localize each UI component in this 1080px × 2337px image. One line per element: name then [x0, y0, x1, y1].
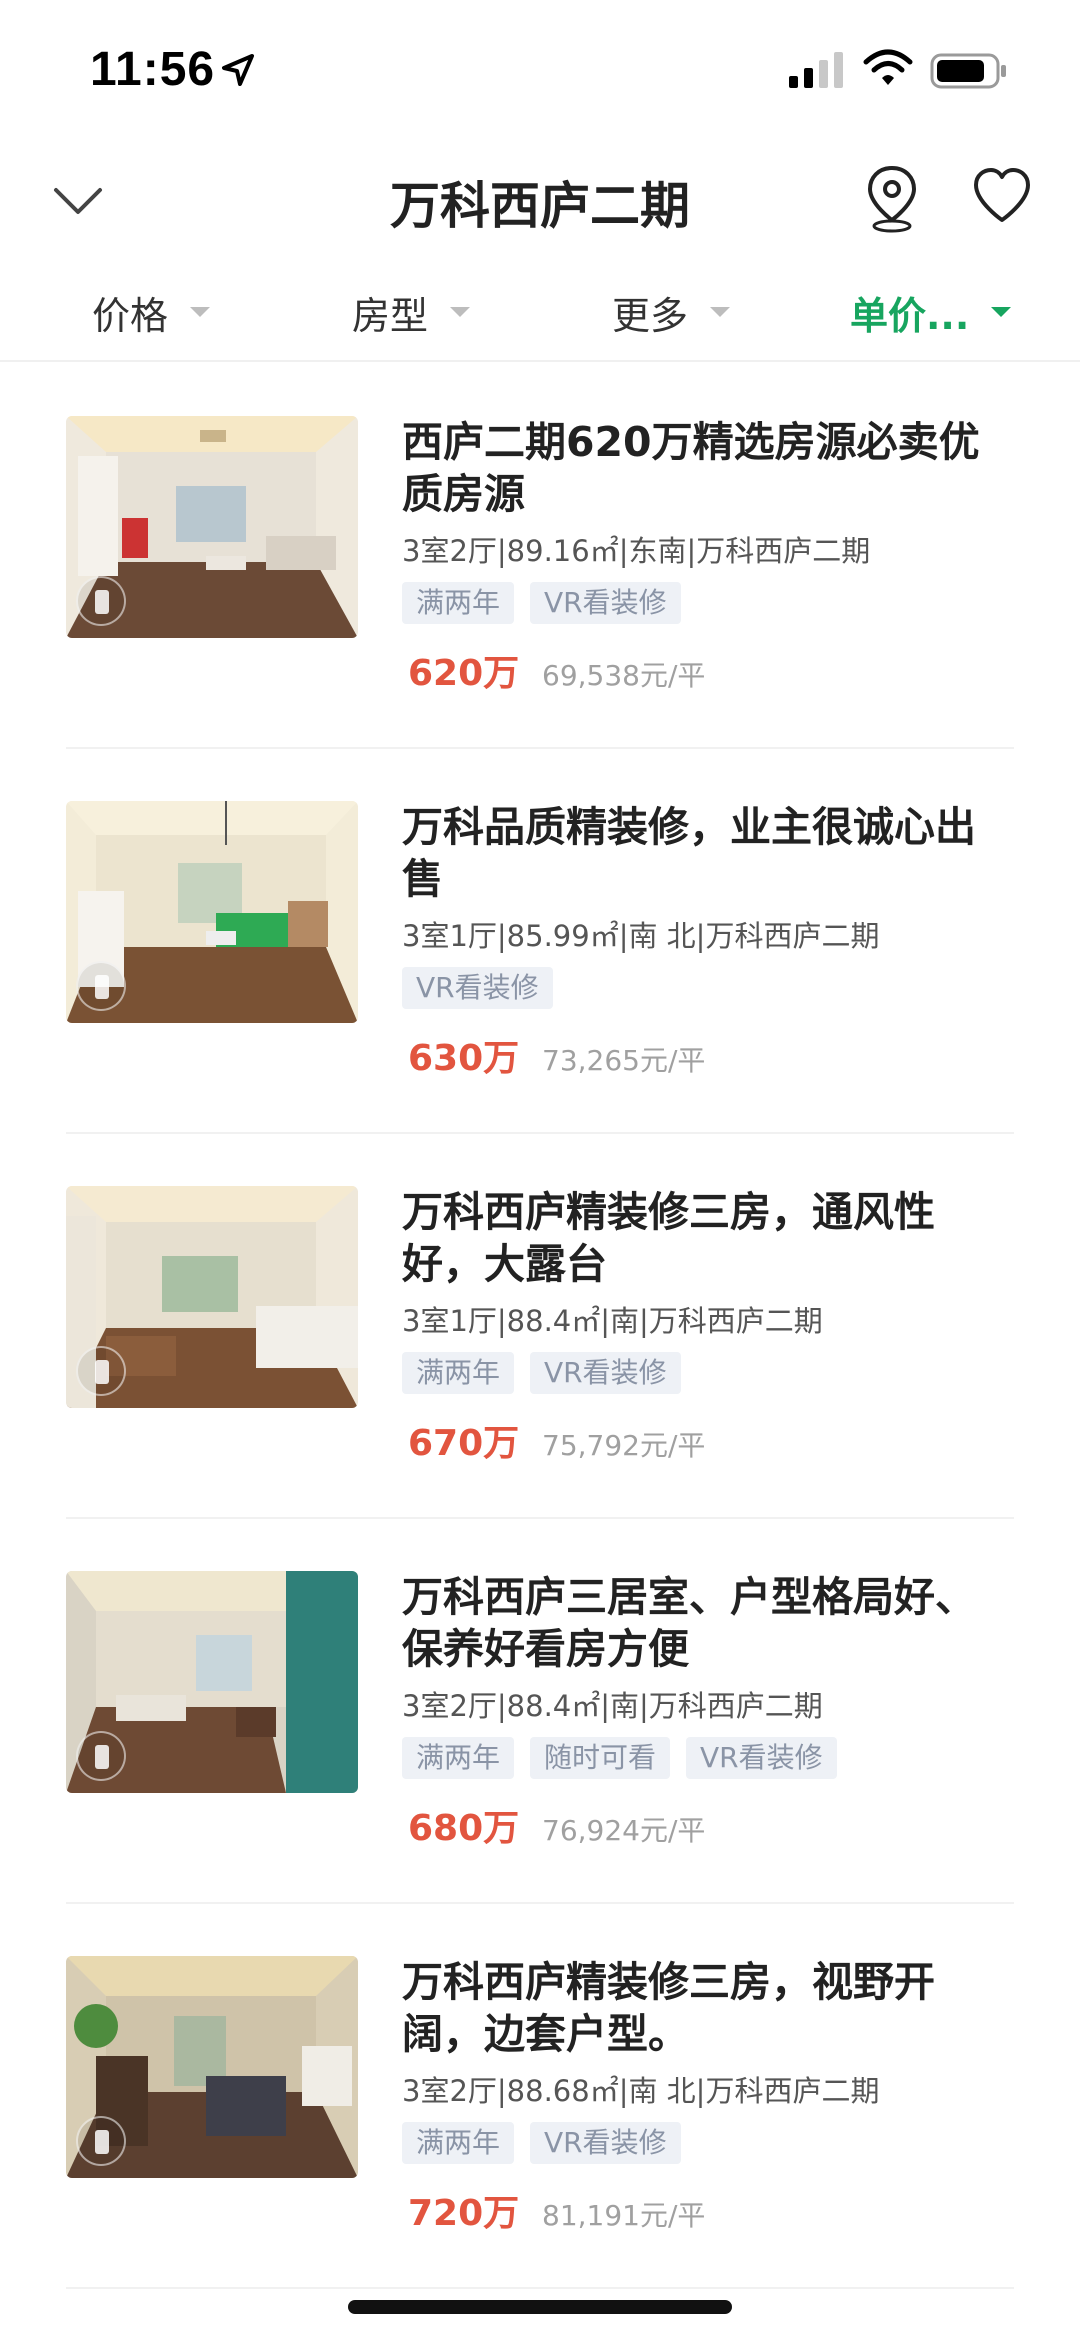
- tag: VR看装修: [402, 967, 553, 1009]
- listing-title: 西庐二期620万精选房源必卖优质房源: [402, 418, 980, 518]
- listing-title: 万科品质精装修，业主很诚心出售: [402, 803, 976, 903]
- listing-price: 670万: [408, 1423, 520, 1464]
- tag: 满两年: [402, 1352, 515, 1394]
- vr-icon: [76, 1731, 126, 1781]
- filter-price[interactable]: 价格: [92, 282, 211, 342]
- filter-bar: 价格 房型 更多 单价...: [0, 270, 1080, 362]
- listing-unit-price: 75,792元/平: [542, 1429, 706, 1462]
- listing-tags: VR看装修: [402, 967, 553, 1009]
- listing-tags: 满两年 VR看装修: [402, 2122, 681, 2164]
- home-indicator[interactable]: [348, 2300, 732, 2314]
- listing-price: 620万: [408, 653, 520, 694]
- vr-icon: [76, 2116, 126, 2166]
- caret-down-icon: [710, 307, 731, 317]
- filter-more[interactable]: 更多: [612, 282, 731, 342]
- listing-price: 720万: [408, 2193, 520, 2234]
- vr-icon: [76, 961, 126, 1011]
- listing-photo: [66, 416, 358, 638]
- listing-photo: [66, 1571, 358, 1793]
- listing-title: 万科西庐精装修三房，视野开阔，边套户型。: [402, 1958, 935, 2058]
- vr-icon: [76, 576, 126, 626]
- listing-tags: 满两年 随时可看 VR看装修: [402, 1737, 837, 1779]
- nav-bar: 万科西庐二期: [0, 140, 1080, 260]
- tag: VR看装修: [686, 1737, 837, 1779]
- listing-meta: 3室2厅|88.68㎡|南 北|万科西庐二期: [402, 2074, 880, 2108]
- tag: VR看装修: [530, 582, 681, 624]
- listing-card[interactable]: 万科西庐三居室、户型格局好、保养好看房方便 3室2厅|88.4㎡|南|万科西庐二…: [66, 1519, 1014, 1904]
- listing-title: 万科西庐精装修三房，通风性好，大露台: [402, 1188, 935, 1288]
- listing-meta: 3室1厅|88.4㎡|南|万科西庐二期: [402, 1304, 823, 1338]
- listing-unit-price: 76,924元/平: [542, 1814, 706, 1847]
- listing-price: 680万: [408, 1808, 520, 1849]
- listing-unit-price: 69,538元/平: [542, 659, 706, 692]
- filter-layout[interactable]: 房型: [352, 282, 471, 342]
- battery-icon: [930, 53, 1006, 89]
- listing-card[interactable]: 万科品质精装修，业主很诚心出售 3室1厅|85.99㎡|南 北|万科西庐二期 V…: [66, 749, 1014, 1134]
- status-bar: 11:56: [0, 0, 1080, 140]
- filter-layout-label: 房型: [352, 293, 429, 338]
- wifi-icon: [863, 49, 913, 85]
- tag: VR看装修: [530, 2122, 681, 2164]
- vr-icon: [76, 1346, 126, 1396]
- listing-card[interactable]: 万科西庐精装修三房，通风性好，大露台 3室1厅|88.4㎡|南|万科西庐二期 满…: [66, 1134, 1014, 1519]
- listing-tags: 满两年 VR看装修: [402, 582, 681, 624]
- listing-meta: 3室2厅|89.16㎡|东南|万科西庐二期: [402, 534, 871, 568]
- tag: 满两年: [402, 582, 515, 624]
- caret-down-icon: [991, 307, 1012, 317]
- tag: VR看装修: [530, 1352, 681, 1394]
- listing-meta: 3室2厅|88.4㎡|南|万科西庐二期: [402, 1689, 823, 1723]
- status-time: 11:56: [90, 43, 216, 96]
- listing-photo: [66, 1956, 358, 2178]
- listing-title: 万科西庐三居室、户型格局好、保养好看房方便: [402, 1573, 976, 1673]
- listing-meta: 3室1厅|85.99㎡|南 北|万科西庐二期: [402, 919, 880, 953]
- listing-tags: 满两年 VR看装修: [402, 1352, 681, 1394]
- filter-more-label: 更多: [612, 293, 689, 338]
- tag: 满两年: [402, 1737, 515, 1779]
- listing-card[interactable]: 万科西庐精装修三房，视野开阔，边套户型。 3室2厅|88.68㎡|南 北|万科西…: [66, 1904, 1014, 2289]
- tag: 满两年: [402, 2122, 515, 2164]
- filter-unit-price-label: 单价...: [850, 293, 970, 338]
- tag: 随时可看: [530, 1737, 671, 1779]
- caret-down-icon: [450, 307, 471, 317]
- location-arrow-icon: [222, 54, 254, 86]
- map-pin-icon[interactable]: [862, 162, 922, 234]
- filter-unit-price[interactable]: 单价...: [850, 282, 1012, 342]
- listing-unit-price: 81,191元/平: [542, 2199, 706, 2232]
- listing-unit-price: 73,265元/平: [542, 1044, 706, 1077]
- filter-price-label: 价格: [92, 293, 169, 338]
- cellular-signal-icon: [789, 52, 843, 88]
- caret-down-icon: [190, 307, 211, 317]
- listing-card[interactable]: 西庐二期620万精选房源必卖优质房源 3室2厅|89.16㎡|东南|万科西庐二期…: [66, 364, 1014, 749]
- listing-photo: [66, 801, 358, 1023]
- listing-price: 630万: [408, 1038, 520, 1079]
- listing-photo: [66, 1186, 358, 1408]
- heart-icon[interactable]: [970, 164, 1034, 228]
